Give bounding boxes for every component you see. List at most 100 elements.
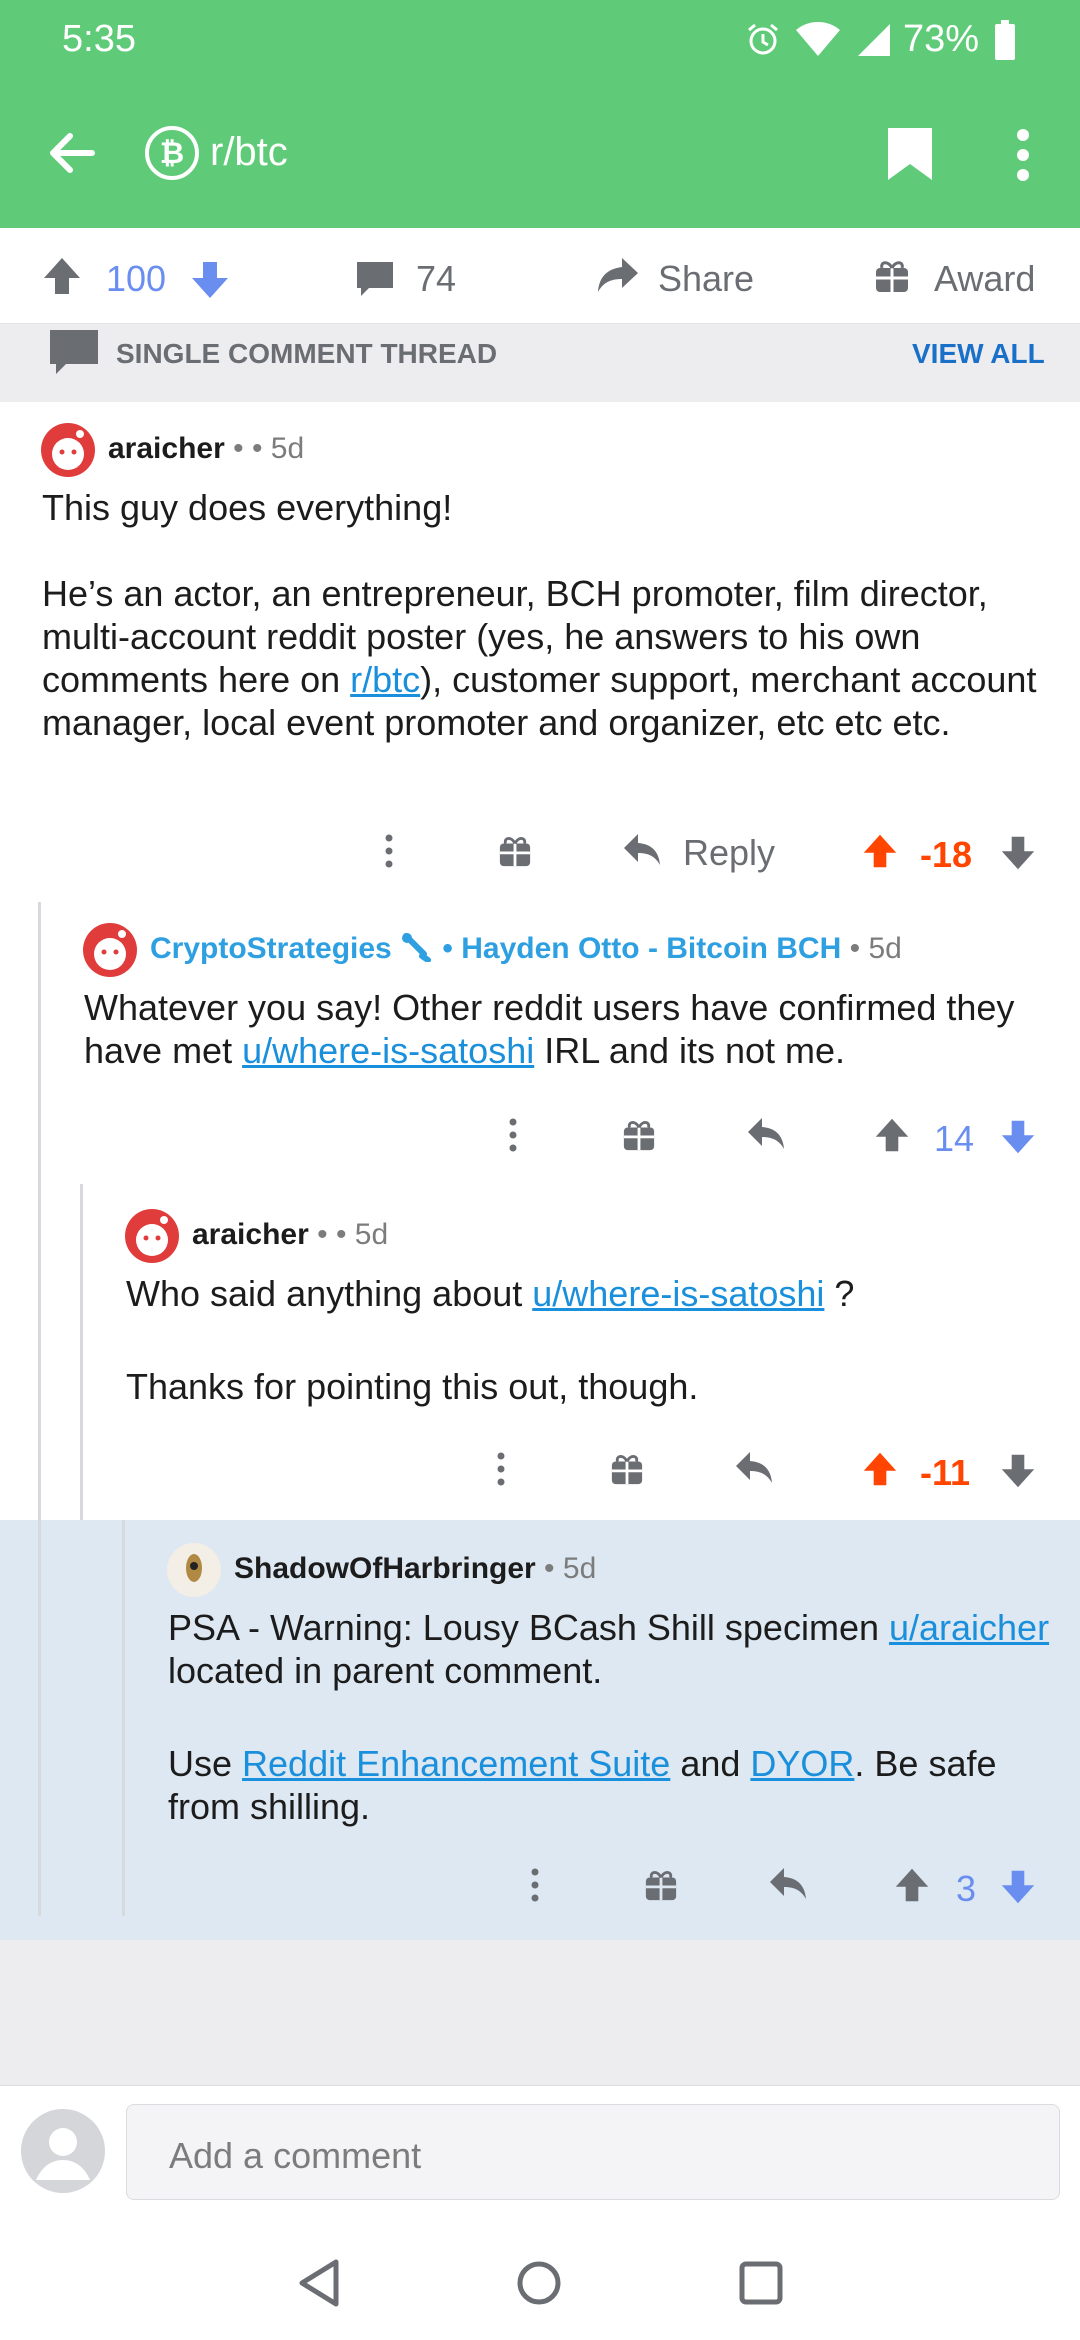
upvote-icon[interactable] bbox=[874, 1116, 910, 1159]
upvote-icon[interactable] bbox=[862, 1450, 898, 1493]
view-all-button[interactable]: VIEW ALL bbox=[912, 338, 1045, 370]
status-time: 5:35 bbox=[62, 18, 136, 60]
more-icon[interactable] bbox=[496, 1452, 506, 1491]
overflow-menu-icon[interactable] bbox=[1014, 128, 1032, 182]
comment-paragraph: PSA - Warning: Lousy BCash Shill specime… bbox=[168, 1606, 1068, 1692]
single-thread-bar: SINGLE COMMENT THREAD VIEW ALL bbox=[0, 324, 1080, 402]
downvote-icon[interactable] bbox=[1000, 834, 1036, 877]
upvote-icon[interactable] bbox=[42, 256, 82, 296]
meta-separator: • bbox=[317, 1218, 328, 1251]
reply-button[interactable]: Reply bbox=[683, 832, 775, 874]
comment-author[interactable]: ShadowOfHarbringer bbox=[234, 1552, 536, 1585]
reply-icon[interactable] bbox=[768, 1866, 808, 1907]
avatar-icon bbox=[20, 2108, 106, 2199]
comment: araicher • • 5d Who said anything about … bbox=[0, 1184, 1080, 1520]
avatar-icon[interactable] bbox=[82, 922, 138, 983]
user-flair: • Hayden Otto - Bitcoin BCH bbox=[442, 932, 842, 965]
bookmark-icon[interactable] bbox=[886, 126, 934, 182]
comment-count[interactable]: 74 bbox=[416, 258, 456, 300]
comment-time: • 5d bbox=[544, 1552, 597, 1585]
comment-time: • 5d bbox=[849, 932, 902, 965]
thread-line bbox=[38, 1184, 41, 1520]
comment-score: -11 bbox=[920, 1452, 971, 1493]
user-link[interactable]: u/where-is-satoshi bbox=[242, 1030, 534, 1071]
subreddit-link[interactable]: r/btc bbox=[350, 659, 420, 700]
moderator-icon bbox=[400, 932, 442, 965]
more-icon[interactable] bbox=[530, 1868, 540, 1907]
comment-body: Who said anything about u/where-is-satos… bbox=[126, 1272, 1056, 1408]
award-icon[interactable] bbox=[644, 1868, 678, 1907]
bottom-bar: Add a comment bbox=[0, 2085, 1080, 2340]
nav-back-icon[interactable] bbox=[296, 2258, 342, 2313]
comment-body: Whatever you say! Other reddit users hav… bbox=[84, 986, 1054, 1072]
comment-author[interactable]: araicher bbox=[108, 432, 225, 465]
subreddit-title[interactable]: r/btc bbox=[210, 130, 288, 175]
comment-text: Who said anything about bbox=[126, 1273, 533, 1314]
comment-body: PSA - Warning: Lousy BCash Shill specime… bbox=[168, 1606, 1068, 1828]
comment-paragraph: Whatever you say! Other reddit users hav… bbox=[84, 986, 1054, 1072]
comment: araicher • • 5d This guy does everything… bbox=[0, 402, 1080, 902]
thread-line bbox=[38, 1520, 41, 1916]
user-link[interactable]: u/araicher bbox=[889, 1607, 1049, 1648]
award-icon[interactable] bbox=[874, 258, 910, 303]
comment-paragraph: Thanks for pointing this out, though. bbox=[126, 1366, 699, 1407]
comment-icon bbox=[48, 328, 100, 381]
comment-paragraph: He’s an actor, an entrepreneur, BCH prom… bbox=[42, 572, 1052, 744]
alarm-icon bbox=[745, 22, 781, 68]
comment: CryptoStrategies • Hayden Otto - Bitcoin… bbox=[0, 902, 1080, 1184]
comment-text: Use bbox=[168, 1743, 243, 1784]
app-bar: ₿ r/btc bbox=[0, 80, 1080, 228]
comment-score: 14 bbox=[934, 1118, 975, 1159]
downvote-icon[interactable] bbox=[1000, 1452, 1036, 1495]
downvote-icon[interactable] bbox=[1000, 1868, 1036, 1911]
avatar-icon[interactable] bbox=[124, 1208, 180, 1269]
upvote-icon[interactable] bbox=[862, 832, 898, 875]
thread-line bbox=[122, 1520, 125, 1916]
nav-recents-icon[interactable] bbox=[738, 2260, 784, 2311]
avatar-icon[interactable] bbox=[40, 422, 96, 483]
comment-text: IRL and its not me. bbox=[534, 1030, 846, 1071]
comment-text: PSA - Warning: Lousy BCash Shill specime… bbox=[168, 1607, 889, 1648]
dyor-link[interactable]: DYOR bbox=[750, 1743, 854, 1784]
thread-line bbox=[80, 1184, 83, 1520]
back-arrow-icon[interactable] bbox=[46, 128, 96, 178]
wifi-icon bbox=[795, 21, 841, 68]
comment-body: This guy does everything! He’s an actor,… bbox=[42, 486, 1052, 744]
downvote-icon[interactable] bbox=[190, 260, 230, 300]
comment-author[interactable]: araicher bbox=[192, 1218, 309, 1251]
comment-paragraph: Use Reddit Enhancement Suite and DYOR. B… bbox=[168, 1742, 1068, 1828]
reply-icon[interactable] bbox=[622, 832, 662, 873]
user-link[interactable]: u/where-is-satoshi bbox=[532, 1273, 824, 1314]
comment-text: located in parent comment. bbox=[168, 1650, 603, 1691]
svg-text:₿: ₿ bbox=[160, 137, 184, 170]
award-icon[interactable] bbox=[498, 834, 532, 873]
award-icon[interactable] bbox=[622, 1118, 656, 1157]
share-icon[interactable] bbox=[596, 256, 640, 305]
comment-author[interactable]: CryptoStrategies bbox=[150, 932, 392, 965]
comment-text: and bbox=[670, 1743, 751, 1784]
comment-paragraph: Who said anything about u/where-is-satos… bbox=[126, 1272, 1056, 1315]
comment-input[interactable]: Add a comment bbox=[126, 2104, 1060, 2200]
comment-input-placeholder: Add a comment bbox=[169, 2135, 422, 2176]
upvote-icon[interactable] bbox=[894, 1866, 930, 1909]
comment-time: • 5d bbox=[251, 432, 305, 465]
reply-icon[interactable] bbox=[734, 1450, 774, 1491]
comment-time: • 5d bbox=[335, 1218, 389, 1251]
share-button[interactable]: Share bbox=[658, 258, 754, 300]
reply-icon[interactable] bbox=[746, 1116, 786, 1157]
more-icon[interactable] bbox=[508, 1118, 518, 1157]
battery-icon bbox=[995, 20, 1015, 70]
post-score: 100 bbox=[106, 258, 167, 299]
more-icon[interactable] bbox=[384, 834, 394, 873]
award-button[interactable]: Award bbox=[934, 258, 1035, 300]
comment-score: 3 bbox=[956, 1868, 977, 1909]
comment-icon[interactable] bbox=[355, 258, 395, 307]
highlighted-comment: ShadowOfHarbringer • 5d PSA - Warning: L… bbox=[0, 1520, 1080, 1940]
comment-score: -18 bbox=[920, 834, 973, 875]
award-icon[interactable] bbox=[610, 1452, 644, 1491]
status-bar: 5:35 73% bbox=[0, 0, 1080, 80]
nav-home-icon[interactable] bbox=[516, 2260, 562, 2311]
res-link[interactable]: Reddit Enhancement Suite bbox=[242, 1743, 670, 1784]
avatar-icon[interactable] bbox=[166, 1542, 222, 1603]
downvote-icon[interactable] bbox=[1000, 1118, 1036, 1161]
